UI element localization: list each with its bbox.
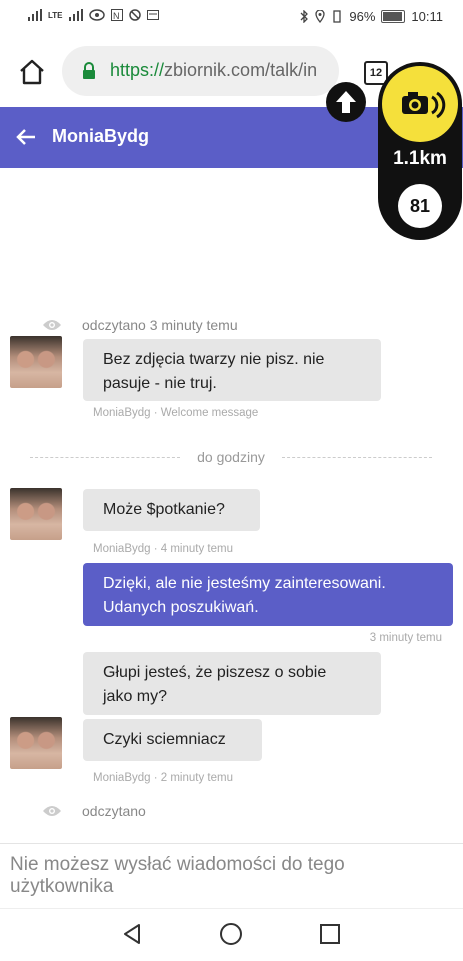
eye-icon (43, 320, 61, 330)
lock-icon (83, 62, 95, 79)
message-meta: MoniaBydg · Welcome message (93, 407, 259, 419)
message-meta: 3 minuty temu (369, 632, 442, 644)
system-nav-bar (0, 908, 463, 961)
composer-area: Nie możesz wysłać wiadomości do tego uży… (0, 843, 463, 909)
speed-limit-badge: 81 (398, 184, 442, 228)
scroll-up-button[interactable] (326, 82, 366, 122)
message-line: jako my? (103, 688, 168, 705)
status-right: 96% 10:11 (299, 9, 443, 24)
home-circle-icon[interactable] (219, 922, 243, 946)
cannot-send-notice: Nie możesz wysłać wiadomości do tego uży… (10, 854, 345, 897)
message-line: Dzięki, ale nie jesteśmy zainteresowani. (103, 575, 386, 592)
message-bubble[interactable]: Bez zdjęcia twarzy nie pisz. nie pasuje … (83, 339, 381, 401)
message-line: Głupi jesteś, że piszesz o sobie (103, 664, 327, 681)
eye-icon (43, 806, 61, 816)
blocked-icon (128, 9, 141, 21)
message-line: pasuje - nie truj. (103, 375, 217, 392)
status-left: LTE N (28, 9, 159, 21)
speed-camera-overlay[interactable]: 1.1km 81 (378, 62, 462, 240)
avatar[interactable] (10, 717, 62, 769)
conversation-title[interactable]: MoniaBydg (52, 126, 149, 147)
message-line: Bez zdjęcia twarzy nie pisz. nie (103, 351, 325, 368)
message-line: Czyki sciemniacz (103, 731, 226, 748)
message-line: Może $potkanie? (103, 501, 225, 518)
recents-square-icon[interactable] (318, 922, 342, 946)
read-receipt-text: odczytano 3 minuty temu (82, 317, 238, 333)
message-meta: MoniaBydg · 2 minuty temu (93, 772, 233, 784)
camera-glyph-icon (402, 91, 446, 119)
avatar[interactable] (10, 488, 62, 540)
message-bubble[interactable]: Czyki sciemniacz (83, 719, 262, 761)
url-host: zbiornik.com/talk/in (164, 60, 318, 80)
clock: 10:11 (411, 9, 443, 24)
own-message-bubble[interactable]: Dzięki, ale nie jesteśmy zainteresowani.… (83, 563, 453, 626)
battery-percent: 96% (349, 9, 376, 24)
bluetooth-icon (300, 10, 309, 23)
status-bar: LTE N 96% 10:11 (0, 0, 463, 34)
nfc-icon: N (110, 9, 123, 21)
battery-icon (381, 10, 406, 23)
message-bubble[interactable]: Może $potkanie? (83, 489, 260, 531)
message-bubble[interactable]: Głupi jesteś, że piszesz o sobie jako my… (83, 652, 381, 715)
signal-icon (28, 9, 42, 21)
eye-status-icon (88, 9, 105, 21)
back-triangle-icon[interactable] (120, 922, 144, 946)
message-line: Udanych poszukiwań. (103, 599, 259, 616)
url-scheme: https:// (110, 60, 165, 80)
signal-icon-2 (68, 9, 83, 21)
avatar[interactable] (10, 336, 62, 388)
distance-label: 1.1km (393, 148, 447, 169)
divider-line-right (282, 457, 432, 458)
arrow-up-icon (336, 91, 356, 113)
notification-icon (146, 10, 159, 20)
message-meta: MoniaBydg · 4 minuty temu (93, 543, 233, 555)
back-arrow-icon[interactable] (14, 125, 38, 149)
network-label: LTE (48, 10, 63, 20)
read-receipt-text: odczytano (82, 803, 146, 819)
time-divider: do godziny (30, 449, 432, 465)
camera-icon (382, 66, 458, 142)
home-icon[interactable] (18, 58, 46, 86)
address-bar[interactable]: https://zbiornik.com/talk/in (62, 46, 339, 96)
location-icon (315, 10, 326, 23)
vibrate-icon (333, 10, 342, 23)
read-receipt-bottom: odczytano (42, 803, 146, 819)
read-receipt-top: odczytano 3 minuty temu (42, 317, 238, 333)
url-text: https://zbiornik.com/talk/in (110, 60, 317, 81)
svg-text:N: N (113, 11, 120, 21)
